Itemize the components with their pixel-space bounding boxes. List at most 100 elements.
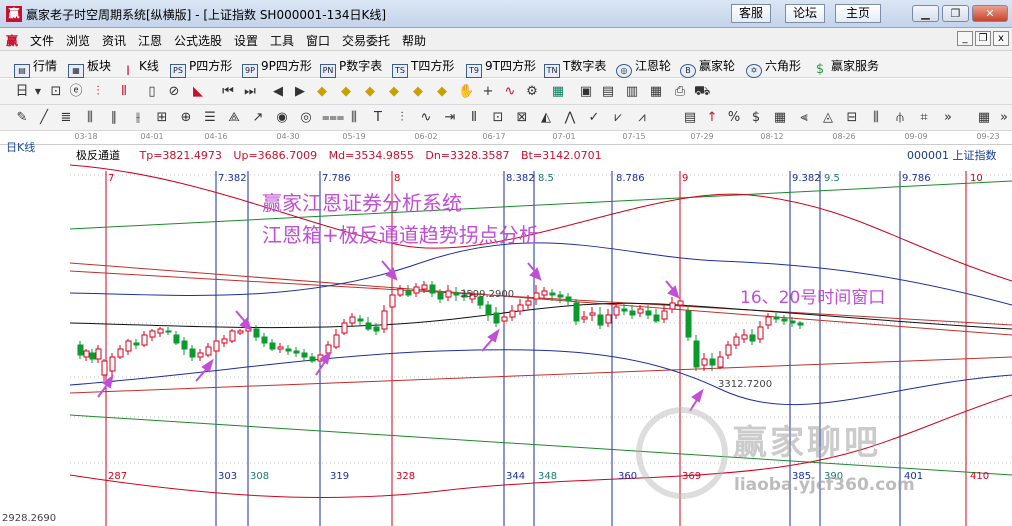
double-check-icon[interactable]: ⩗: [610, 110, 626, 126]
grid-icon[interactable]: ⊞: [154, 110, 170, 126]
kline-chart[interactable]: 日K线 极反通道 Tp=3821.4973 Up=3686.7009 Md=35…: [0, 141, 1012, 526]
fork-icon[interactable]: ⫛: [892, 110, 908, 126]
print-icon[interactable]: ⎙: [672, 84, 688, 100]
fan-icon[interactable]: ⟁: [226, 110, 242, 126]
table-view-icon[interactable]: ▦: [976, 110, 992, 126]
menu-gann[interactable]: 江恩: [138, 32, 162, 49]
sector-button[interactable]: ▦ 板块: [68, 57, 111, 78]
bear-icon[interactable]: ◬: [820, 110, 836, 126]
up-diamond-icon[interactable]: ◆: [314, 84, 330, 100]
restore-icon[interactable]: ❐: [942, 5, 969, 22]
minimize-icon[interactable]: ▁: [912, 5, 939, 22]
menu-browse[interactable]: 浏览: [66, 32, 90, 49]
zigzag-icon[interactable]: ⋀: [562, 110, 578, 126]
center-diamond-icon[interactable]: ◆: [410, 84, 426, 100]
quotes-button[interactable]: ▤ 行情: [14, 57, 57, 78]
text-icon[interactable]: T: [370, 110, 386, 126]
zoom-icon[interactable]: ⊡: [48, 84, 64, 100]
day-period-icon[interactable]: 日: [14, 84, 30, 100]
measure-icon[interactable]: ⇥: [442, 110, 458, 126]
menu-help[interactable]: 帮助: [402, 32, 426, 49]
list-icon[interactable]: ☰: [202, 110, 218, 126]
hexagon-button[interactable]: ✡ 六角形: [746, 57, 801, 78]
next-icon[interactable]: ▶: [292, 84, 308, 100]
kline-button[interactable]: ┃ K线: [120, 57, 159, 79]
winner-wheel-button[interactable]: B 赢家轮: [680, 57, 735, 78]
layout3-icon[interactable]: ▥: [624, 84, 640, 100]
gann-box-icon[interactable]: ⊠: [514, 110, 530, 126]
mdi-app-icon[interactable]: 赢: [6, 32, 18, 49]
menu-window[interactable]: 窗口: [306, 32, 330, 49]
dollar-sign-icon[interactable]: $: [748, 110, 764, 126]
cycle-icon[interactable]: ⫲: [130, 110, 146, 126]
ray-icon[interactable]: ╱: [36, 110, 52, 126]
menu-trade[interactable]: 交易委托: [342, 32, 390, 49]
mdi-close-icon[interactable]: x: [993, 31, 1009, 46]
left-diamond-icon[interactable]: ◆: [362, 84, 378, 100]
ruler-icon[interactable]: ⫶: [394, 110, 410, 126]
t-number-table-button[interactable]: TN T数字表: [544, 57, 606, 78]
menu-info[interactable]: 资讯: [102, 32, 126, 49]
table-icon[interactable]: ▤: [682, 110, 698, 126]
broom-icon[interactable]: ⌗: [916, 110, 932, 126]
mdi-restore-icon[interactable]: ❐: [975, 31, 991, 46]
vertical-lines-icon[interactable]: ⫴: [466, 110, 482, 126]
menu-tools[interactable]: 工具: [270, 32, 294, 49]
menu-settings[interactable]: 设置: [234, 32, 258, 49]
right-diamond-icon[interactable]: ◆: [386, 84, 402, 100]
close-icon[interactable]: ✕: [972, 5, 1008, 22]
9t-square-button[interactable]: T9 9T四方形: [466, 57, 536, 78]
line-chart-icon[interactable]: ⫶: [90, 84, 106, 100]
arrow-icon[interactable]: ↗: [250, 110, 266, 126]
waveform-icon[interactable]: ⩘: [634, 110, 650, 126]
equal-icon[interactable]: ⩶: [322, 110, 344, 126]
checkmark-icon[interactable]: ✓: [586, 110, 602, 126]
retrace-icon[interactable]: ⫷: [796, 110, 812, 126]
menu-file[interactable]: 文件: [30, 32, 54, 49]
expand-diamond-icon[interactable]: ◆: [434, 84, 450, 100]
overlay-icon[interactable]: ⊘: [166, 84, 182, 100]
more-icon[interactable]: »: [940, 110, 956, 126]
layout1-icon[interactable]: ▣: [578, 84, 594, 100]
t-square-button[interactable]: TS T四方形: [392, 57, 454, 78]
candle-icon[interactable]: ▯: [144, 84, 160, 100]
info-icon[interactable]: ⓔ: [68, 84, 84, 100]
menu-formula-pick[interactable]: 公式选股: [174, 32, 222, 49]
homepage-button[interactable]: 主页: [835, 4, 881, 23]
bar-chart-icon[interactable]: ⫴: [116, 84, 132, 100]
9p-square-button[interactable]: 9P 9P四方形: [242, 57, 312, 78]
comb-icon[interactable]: ⫼: [868, 110, 884, 126]
pen-icon[interactable]: ✎: [14, 110, 30, 126]
group-icon[interactable]: ▦: [550, 84, 566, 100]
bars-icon[interactable]: ⫼: [346, 110, 362, 126]
flag-icon[interactable]: ◣: [190, 84, 206, 100]
trend-icon[interactable]: ∿: [502, 84, 518, 100]
box-icon[interactable]: ⊡: [490, 110, 506, 126]
dropdown-arrow-icon[interactable]: ▼: [30, 84, 46, 100]
fibo-icon[interactable]: ≣: [58, 110, 74, 126]
overflow-icon[interactable]: »: [996, 110, 1012, 126]
hand-icon[interactable]: ✋: [458, 84, 474, 100]
fibonacci-icon[interactable]: ▦: [772, 110, 788, 126]
truck-icon[interactable]: ⛟: [694, 84, 710, 100]
circle-grid-icon[interactable]: ⊕: [178, 110, 194, 126]
spiral-icon[interactable]: ◉: [274, 110, 290, 126]
target-icon[interactable]: ◎: [298, 110, 314, 126]
first-icon[interactable]: ⏮: [220, 84, 236, 100]
forum-button[interactable]: 论坛: [785, 4, 825, 23]
gear-icon[interactable]: ⚙: [524, 84, 540, 100]
gann-wheel-button[interactable]: ◎ 江恩轮: [616, 57, 671, 78]
triangle-icon[interactable]: ◭: [538, 110, 554, 126]
channel-icon[interactable]: ⫼: [82, 110, 98, 126]
p-square-button[interactable]: PS P四方形: [170, 57, 232, 78]
ladder-icon[interactable]: ⊟: [844, 110, 860, 126]
layout2-icon[interactable]: ▤: [600, 84, 616, 100]
percent-icon[interactable]: %: [726, 110, 742, 126]
down-diamond-icon[interactable]: ◆: [338, 84, 354, 100]
last-icon[interactable]: ⏭: [242, 84, 258, 100]
mdi-minimize-icon[interactable]: _: [957, 31, 973, 46]
p-number-table-button[interactable]: PN P数字表: [320, 57, 382, 78]
up-arrow-icon[interactable]: ↑: [704, 110, 720, 126]
prev-icon[interactable]: ◀: [270, 84, 286, 100]
winner-service-button[interactable]: $ 赢家服务: [812, 57, 879, 78]
